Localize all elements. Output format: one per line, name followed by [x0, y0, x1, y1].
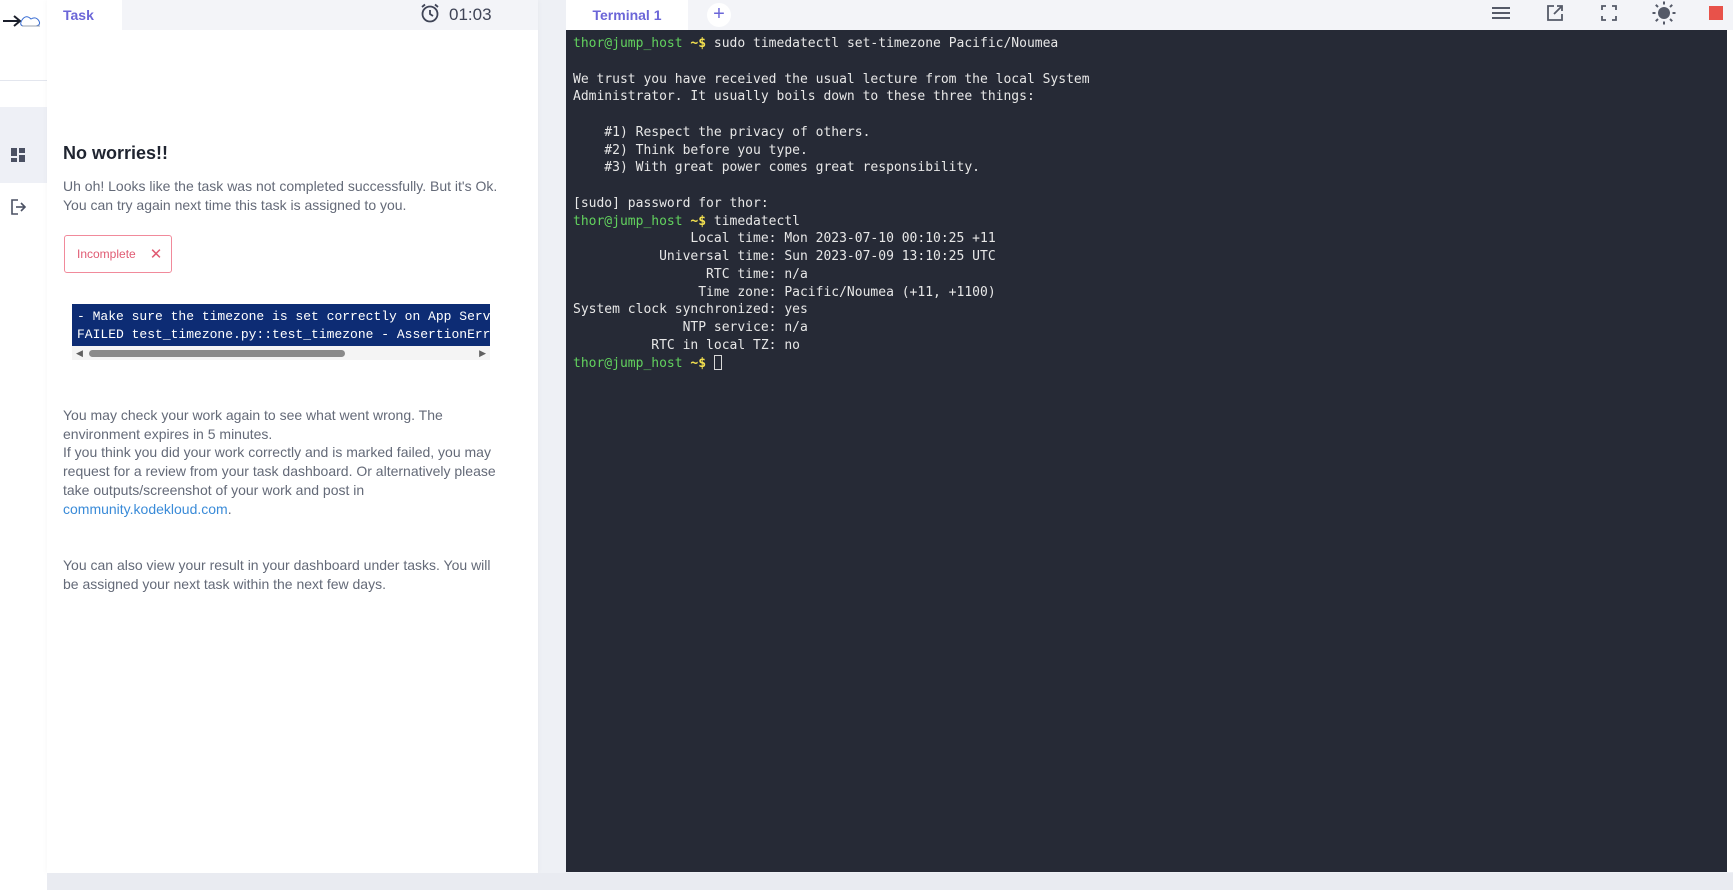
logout-button[interactable] — [5, 196, 31, 222]
theme-toggle-button[interactable] — [1651, 1, 1677, 30]
terminal-command: sudo timedatectl set-timezone Pacific/No… — [706, 36, 1059, 51]
stop-button[interactable] — [1706, 2, 1726, 28]
result-heading: No worries!! — [63, 143, 169, 163]
tab-task[interactable]: Task — [47, 0, 122, 30]
terminal-prompt-line: thor@jump_host ~$ sudo timedatectl set-t… — [573, 35, 1733, 53]
bottom-strip — [47, 873, 1733, 890]
alarm-clock-icon — [419, 2, 441, 29]
terminal-output-line — [573, 53, 1733, 71]
prompt-dir: ~ — [682, 36, 699, 51]
theme-toggle-icon — [1652, 1, 1676, 30]
result-intro: Uh oh! Looks like the task was not compl… — [63, 178, 498, 213]
terminal-output-line: System clock synchronized: yes — [573, 302, 808, 318]
tab-terminal-1[interactable]: Terminal 1 — [566, 0, 688, 30]
prompt-symbol: $ — [698, 36, 707, 51]
terminal-output-line: RTC in local TZ: no — [573, 337, 800, 353]
terminal-output-line: Time zone: Pacific/Noumea (+11, +1100) — [573, 284, 996, 300]
status-badge[interactable]: Incomplete ✕ — [64, 235, 172, 273]
terminal-output-line: [sudo] password for thor: — [573, 195, 769, 211]
fullscreen-button[interactable] — [1596, 2, 1622, 28]
dashboard-icon — [10, 147, 26, 168]
failure-log: - Make sure the timezone is set correctl… — [72, 304, 490, 346]
terminal-output[interactable]: thor@jump_host ~$ sudo timedatectl set-t… — [566, 30, 1733, 872]
terminal-output-line: #3) With great power comes great respons… — [573, 160, 980, 176]
add-terminal-button[interactable]: + — [707, 3, 731, 27]
left-rail — [0, 0, 47, 890]
terminal-output-line: RTC time: n/a — [573, 266, 808, 282]
rail-divider — [0, 80, 47, 81]
review-text-end: . — [227, 501, 232, 517]
log-horizontal-scrollbar[interactable]: ◀ ▶ — [72, 346, 490, 360]
terminal-command: timedatectl — [706, 213, 800, 229]
terminal-output-line: Administrator. It usually boils down to … — [573, 89, 1035, 105]
review-text: If you think you did your work correctly… — [63, 443, 503, 519]
terminal-cursor — [713, 354, 722, 370]
close-icon: ✕ — [149, 246, 163, 263]
dashboard-button[interactable] — [5, 144, 31, 170]
scrollbar-thumb[interactable] — [89, 350, 345, 357]
prompt-user: thor@jump_host — [573, 355, 683, 371]
terminal-output-line: #1) Respect the privacy of others. — [573, 124, 871, 140]
open-external-button[interactable] — [1542, 2, 1568, 28]
prompt-dir: ~ — [682, 213, 699, 229]
menu-icon — [1492, 6, 1510, 25]
terminal-output-line: Local time: Mon 2023-07-10 00:10:25 +11 — [573, 231, 996, 247]
menu-button[interactable] — [1488, 2, 1514, 28]
terminal-output-line: We trust you have received the usual lec… — [573, 71, 1090, 87]
task-tab-bar: Task 01:03 — [47, 0, 538, 30]
check-work-text: You may check your work again to see wha… — [63, 407, 443, 442]
kodekloud-logo[interactable] — [2, 10, 42, 32]
terminal-prompt-line: thor@jump_host ~$ timedatectl — [573, 213, 1733, 231]
review-text-body: If you think you did your work correctly… — [63, 444, 496, 498]
status-badge-label: Incomplete — [77, 247, 136, 261]
fullscreen-icon — [1601, 4, 1617, 26]
terminal-scrollbar[interactable] — [1727, 30, 1733, 872]
stop-icon — [1709, 5, 1723, 25]
prompt-user: thor@jump_host — [573, 36, 683, 51]
prompt-symbol: $ — [698, 355, 707, 371]
prompt-user: thor@jump_host — [573, 213, 683, 229]
terminal-output-line — [573, 177, 1733, 195]
terminal-tab-bar: Terminal 1 + — [566, 0, 1733, 30]
terminal-prompt-line: thor@jump_host ~$ — [573, 354, 1733, 373]
scroll-right-icon[interactable]: ▶ — [479, 348, 486, 359]
prompt-symbol: $ — [698, 213, 707, 229]
community-link[interactable]: community.kodekloud.com — [63, 501, 228, 517]
terminal-output-line: Universal time: Sun 2023-07-09 13:10:25 … — [573, 249, 996, 264]
log-line: FAILED test_timezone.py::test_timezone -… — [77, 326, 490, 342]
external-link-icon — [1546, 4, 1564, 27]
task-timer: 01:03 — [419, 2, 492, 28]
timer-value: 01:03 — [449, 5, 492, 24]
prompt-dir: ~ — [682, 355, 699, 371]
scroll-left-icon[interactable]: ◀ — [76, 348, 83, 359]
logout-icon — [9, 198, 27, 221]
terminal-output-line: #2) Think before you type. — [573, 142, 808, 158]
dashboard-note: You can also view your result in your da… — [63, 557, 491, 592]
task-panel: Task 01:03 No worries!! Uh oh! Looks lik… — [47, 0, 538, 873]
terminal-output-line — [573, 106, 1733, 124]
log-line: - Make sure the timezone is set correctl… — [77, 309, 490, 324]
terminal-output-line: NTP service: n/a — [573, 320, 808, 335]
terminal-command — [706, 356, 714, 371]
